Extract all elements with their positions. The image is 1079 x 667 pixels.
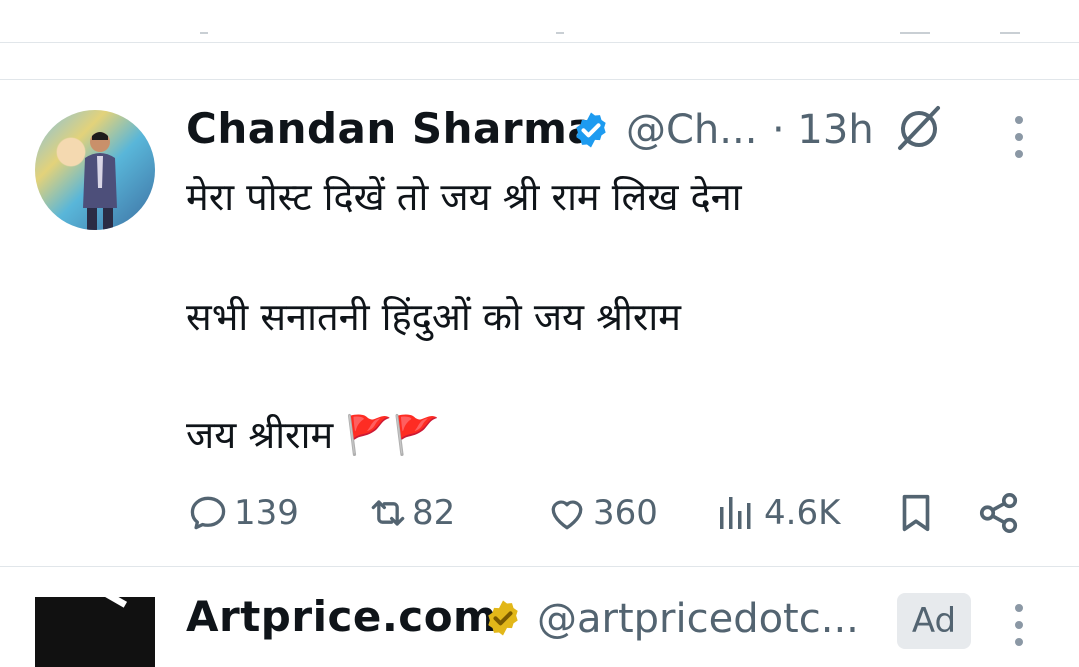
tweet-text-line-2: सभी सनातनी हिंदुओं को जय श्रीराम: [186, 295, 682, 339]
avatar-person-figure: [83, 132, 117, 230]
advertiser-name[interactable]: Artprice.com: [186, 592, 497, 641]
advertiser-handle[interactable]: @artpricedotc...: [537, 596, 859, 642]
prev-tweet-action-remnant: [900, 32, 930, 34]
tweet-time[interactable]: · 13h: [772, 107, 874, 153]
grok-icon[interactable]: [894, 104, 944, 154]
views-icon: [720, 497, 751, 529]
views-button[interactable]: 4.6K: [716, 490, 840, 536]
prev-tweet-action-remnant: [200, 32, 208, 34]
divider-tweet-top: [0, 79, 1079, 80]
prev-tweet-action-remnant: [556, 32, 564, 34]
ad-more-icon[interactable]: [1012, 604, 1026, 655]
ad-badge: Ad: [897, 593, 971, 649]
reply-icon: [190, 496, 226, 530]
more-icon[interactable]: [1012, 116, 1026, 167]
divider-tweet-bottom: [0, 566, 1079, 567]
tweet-text-line-3: जय श्रीराम 🚩🚩: [186, 413, 440, 457]
prev-tweet-action-remnant: [1000, 32, 1020, 34]
author-handle[interactable]: @Ch...: [626, 107, 757, 153]
repost-count: 82: [412, 493, 456, 533]
bookmark-icon[interactable]: [893, 490, 939, 536]
reply-button[interactable]: 139: [186, 490, 299, 536]
share-icon[interactable]: [976, 490, 1022, 536]
like-icon: [551, 500, 583, 530]
tweet-text-line-1: मेरा पोस्ट दिखें तो जय श्री राम लिख देना: [186, 175, 742, 219]
views-count: 4.6K: [764, 493, 841, 533]
like-button[interactable]: 360: [545, 490, 658, 536]
gold-verified-badge-icon: [488, 600, 518, 636]
like-count: 360: [593, 493, 658, 533]
reply-count: 139: [234, 493, 299, 533]
author-avatar[interactable]: [35, 110, 155, 230]
verified-badge-icon: [576, 112, 606, 148]
author-name[interactable]: Chandan Sharma: [186, 104, 596, 153]
repost-button[interactable]: 82: [364, 490, 455, 536]
repost-icon: [371, 500, 405, 526]
advertiser-logo-text: price: [85, 597, 155, 611]
advertiser-avatar[interactable]: price: [35, 597, 155, 667]
divider-top: [0, 42, 1079, 43]
